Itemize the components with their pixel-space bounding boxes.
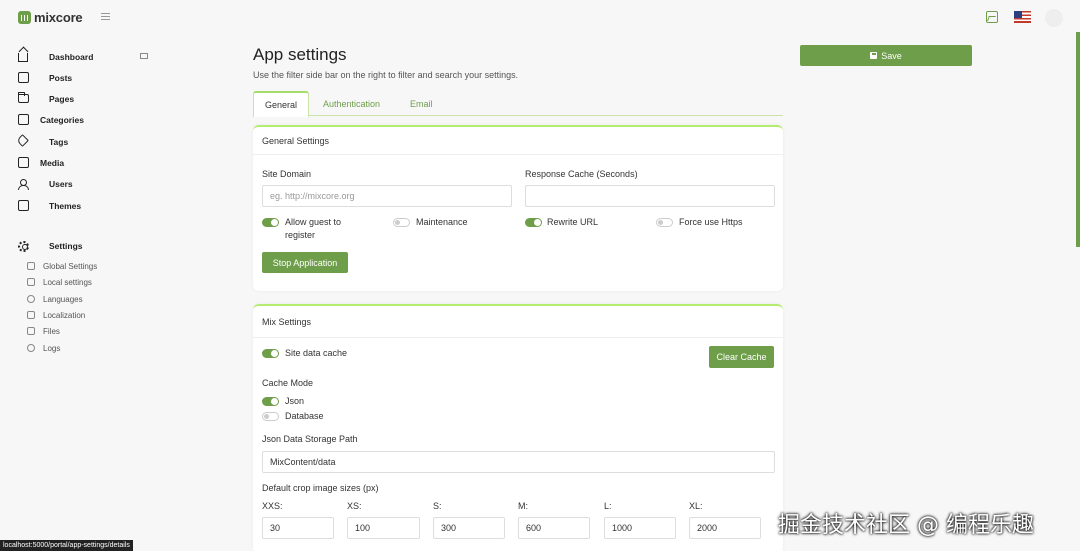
image-icon[interactable] xyxy=(986,11,998,23)
page-description: Use the filter side bar on the right to … xyxy=(253,70,519,80)
avatar[interactable] xyxy=(1045,9,1063,27)
save-button[interactable]: Save xyxy=(800,45,972,66)
sidebar-item-label: Pages xyxy=(49,94,75,104)
size-xxs-input[interactable]: 30 xyxy=(262,517,334,539)
size-xs-input[interactable]: 100 xyxy=(347,517,420,539)
sidebar-subitem-localization[interactable]: Localization xyxy=(27,309,85,321)
sidebar-item-label: Dashboard xyxy=(49,52,94,62)
sidebar-item-label: Themes xyxy=(49,201,82,211)
general-settings-card: General Settings Site Domain eg. http://… xyxy=(253,125,783,291)
sidebar-subitem-logs[interactable]: Logs xyxy=(27,342,60,354)
response-cache-input[interactable] xyxy=(525,185,775,207)
sidebar-item-label: Posts xyxy=(49,73,73,83)
mixcore-logo-icon xyxy=(18,11,31,24)
tab-email[interactable]: Email xyxy=(410,91,433,116)
size-xl-input[interactable]: 2000 xyxy=(689,517,761,539)
force-https-label: Force use Https xyxy=(679,217,743,227)
top-bar: mixcore xyxy=(0,0,1080,34)
sidebar-subitem-label: Local settings xyxy=(43,277,92,287)
size-s-label: S: xyxy=(433,501,442,511)
cache-mode-database-label: Database xyxy=(285,411,324,421)
rewrite-url-toggle[interactable] xyxy=(525,218,542,227)
size-xl-label: XL: xyxy=(689,501,703,511)
page-title: App settings xyxy=(253,45,347,64)
us-flag-icon[interactable] xyxy=(1014,11,1031,23)
clock-icon xyxy=(27,344,35,352)
cache-mode-json-label: Json xyxy=(285,396,305,406)
floppy-disk-icon xyxy=(870,52,878,59)
size-xs-label: XS: xyxy=(347,501,362,511)
mix-settings-card: Mix Settings Site data cache Clear Cache… xyxy=(253,304,783,551)
site-domain-input[interactable]: eg. http://mixcore.org xyxy=(262,185,512,207)
sidebar-subitem-label: Localization xyxy=(43,310,86,320)
sidebar-item-label: Users xyxy=(49,179,73,189)
card-heading: Mix Settings xyxy=(253,306,783,338)
sidebar-subitem-label: Files xyxy=(43,326,60,336)
brand-name: mixcore xyxy=(34,10,83,25)
settings-tabs: General Authentication Email xyxy=(253,91,783,117)
maintenance-label: Maintenance xyxy=(416,217,468,227)
size-l-input[interactable]: 1000 xyxy=(604,517,676,539)
sidebar-subitem-languages[interactable]: Languages xyxy=(27,293,83,305)
size-m-label: M: xyxy=(518,501,528,511)
dashboard-widget-icon[interactable] xyxy=(140,53,148,59)
sidebar-subitem-files[interactable]: Files xyxy=(27,325,60,337)
folder-icon xyxy=(17,92,29,103)
gear-icon xyxy=(18,240,29,252)
size-s-input[interactable]: 300 xyxy=(433,517,505,539)
cache-mode-json-toggle[interactable] xyxy=(262,397,279,406)
clear-cache-button[interactable]: Clear Cache xyxy=(709,346,774,368)
file-icon xyxy=(27,327,35,335)
brand[interactable]: mixcore xyxy=(18,10,83,25)
maintenance-toggle[interactable] xyxy=(393,218,410,227)
cache-mode-label: Cache Mode xyxy=(262,378,314,388)
response-cache-label: Response Cache (Seconds) xyxy=(525,169,638,179)
save-button-label: Save xyxy=(881,50,902,61)
sliders-icon xyxy=(27,262,35,270)
size-l-label: L: xyxy=(604,501,612,511)
sidebar-item-label: Media xyxy=(40,158,65,168)
allow-guest-toggle[interactable] xyxy=(262,218,279,227)
stop-application-button[interactable]: Stop Application xyxy=(262,252,348,273)
sidebar-subitem-label: Languages xyxy=(43,294,83,304)
sidebar-subitem-local-settings[interactable]: Local settings xyxy=(27,276,92,288)
status-bar-url: localhost:5000/portal/app-settings/detai… xyxy=(0,540,133,551)
menu-toggle-icon[interactable] xyxy=(101,13,110,22)
sidebar-item-label: Categories xyxy=(40,115,84,125)
site-data-cache-toggle[interactable] xyxy=(262,349,279,358)
inbox-icon xyxy=(18,114,29,125)
site-data-cache-label: Site data cache xyxy=(285,348,348,358)
sidebar-subitem-global-settings[interactable]: Global Settings xyxy=(27,260,97,272)
sidebar-subitem-label: Logs xyxy=(43,343,61,353)
pencil-icon xyxy=(27,278,35,286)
watermark: 掘金技术社区 @ 编程乐趣 xyxy=(778,513,1034,538)
home-icon xyxy=(18,53,28,62)
json-path-input[interactable]: MixContent/data xyxy=(262,451,775,473)
allow-guest-label: Allow guest to register xyxy=(285,217,342,240)
site-domain-label: Site Domain xyxy=(262,169,312,179)
cache-mode-database-toggle[interactable] xyxy=(262,412,279,421)
sidebar-item-label: Settings xyxy=(49,241,83,251)
users-icon xyxy=(18,178,29,190)
tab-general[interactable]: General xyxy=(253,91,309,117)
scrollbar-thumb[interactable] xyxy=(1076,32,1080,247)
sidebar-item-label: Tags xyxy=(49,137,69,147)
force-https-toggle[interactable] xyxy=(656,218,673,227)
tab-authentication[interactable]: Authentication xyxy=(323,91,380,116)
layout-icon xyxy=(18,200,29,211)
crop-sizes-label: Default crop image sizes (px) xyxy=(262,483,379,493)
size-m-input[interactable]: 600 xyxy=(518,517,590,539)
rewrite-url-label: Rewrite URL xyxy=(547,217,599,227)
size-xxs-label: XXS: xyxy=(262,501,283,511)
card-heading: General Settings xyxy=(253,127,783,155)
globe-icon xyxy=(27,295,35,303)
json-path-label: Json Data Storage Path xyxy=(262,434,358,444)
tag-icon xyxy=(16,134,29,147)
image-icon xyxy=(18,157,29,168)
book-icon xyxy=(18,72,29,83)
sidebar-subitem-label: Global Settings xyxy=(43,261,98,271)
translate-icon xyxy=(27,311,35,319)
